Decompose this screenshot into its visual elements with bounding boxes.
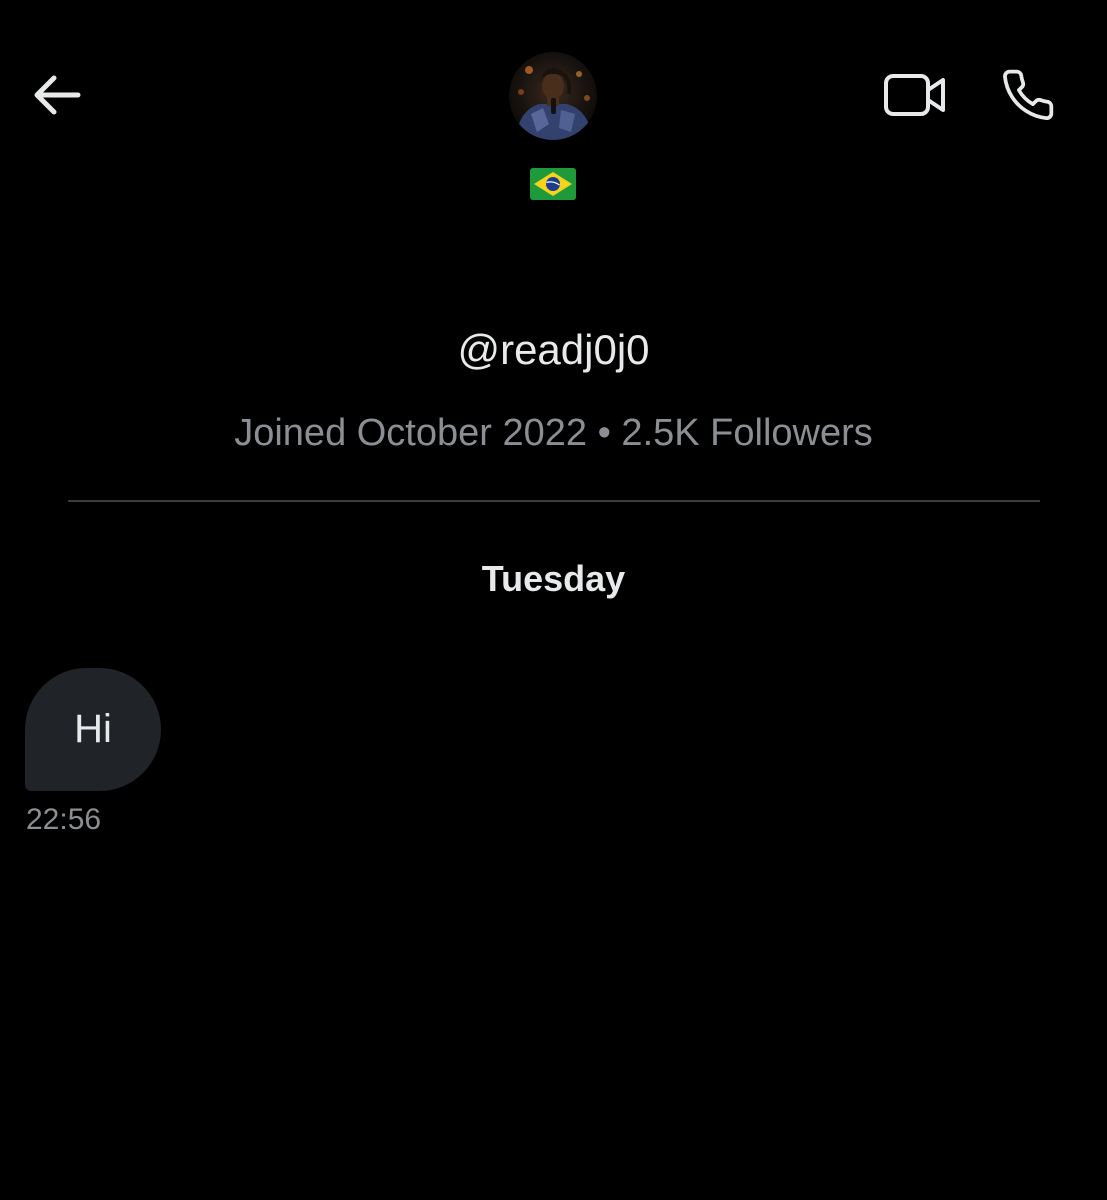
day-separator: Tuesday xyxy=(481,558,626,599)
phone-icon xyxy=(1003,69,1054,121)
video-call-button[interactable] xyxy=(880,66,950,124)
arrow-left-icon xyxy=(34,75,81,115)
back-button[interactable] xyxy=(28,70,84,120)
video-camera-icon xyxy=(884,74,945,116)
profile-meta: Joined October 2022 • 2.5K Followers xyxy=(234,412,873,454)
voice-call-button[interactable] xyxy=(996,64,1060,126)
profile-handle[interactable]: @readj0j0 xyxy=(0,322,1107,378)
conversation-header xyxy=(0,0,1107,220)
message-bubble[interactable]: Hi xyxy=(25,668,161,791)
message-timestamp: 22:56 xyxy=(26,803,102,836)
avatar[interactable] xyxy=(509,52,597,140)
divider xyxy=(68,500,1040,502)
brazil-flag-icon xyxy=(530,168,576,200)
message-text: Hi xyxy=(74,707,112,751)
